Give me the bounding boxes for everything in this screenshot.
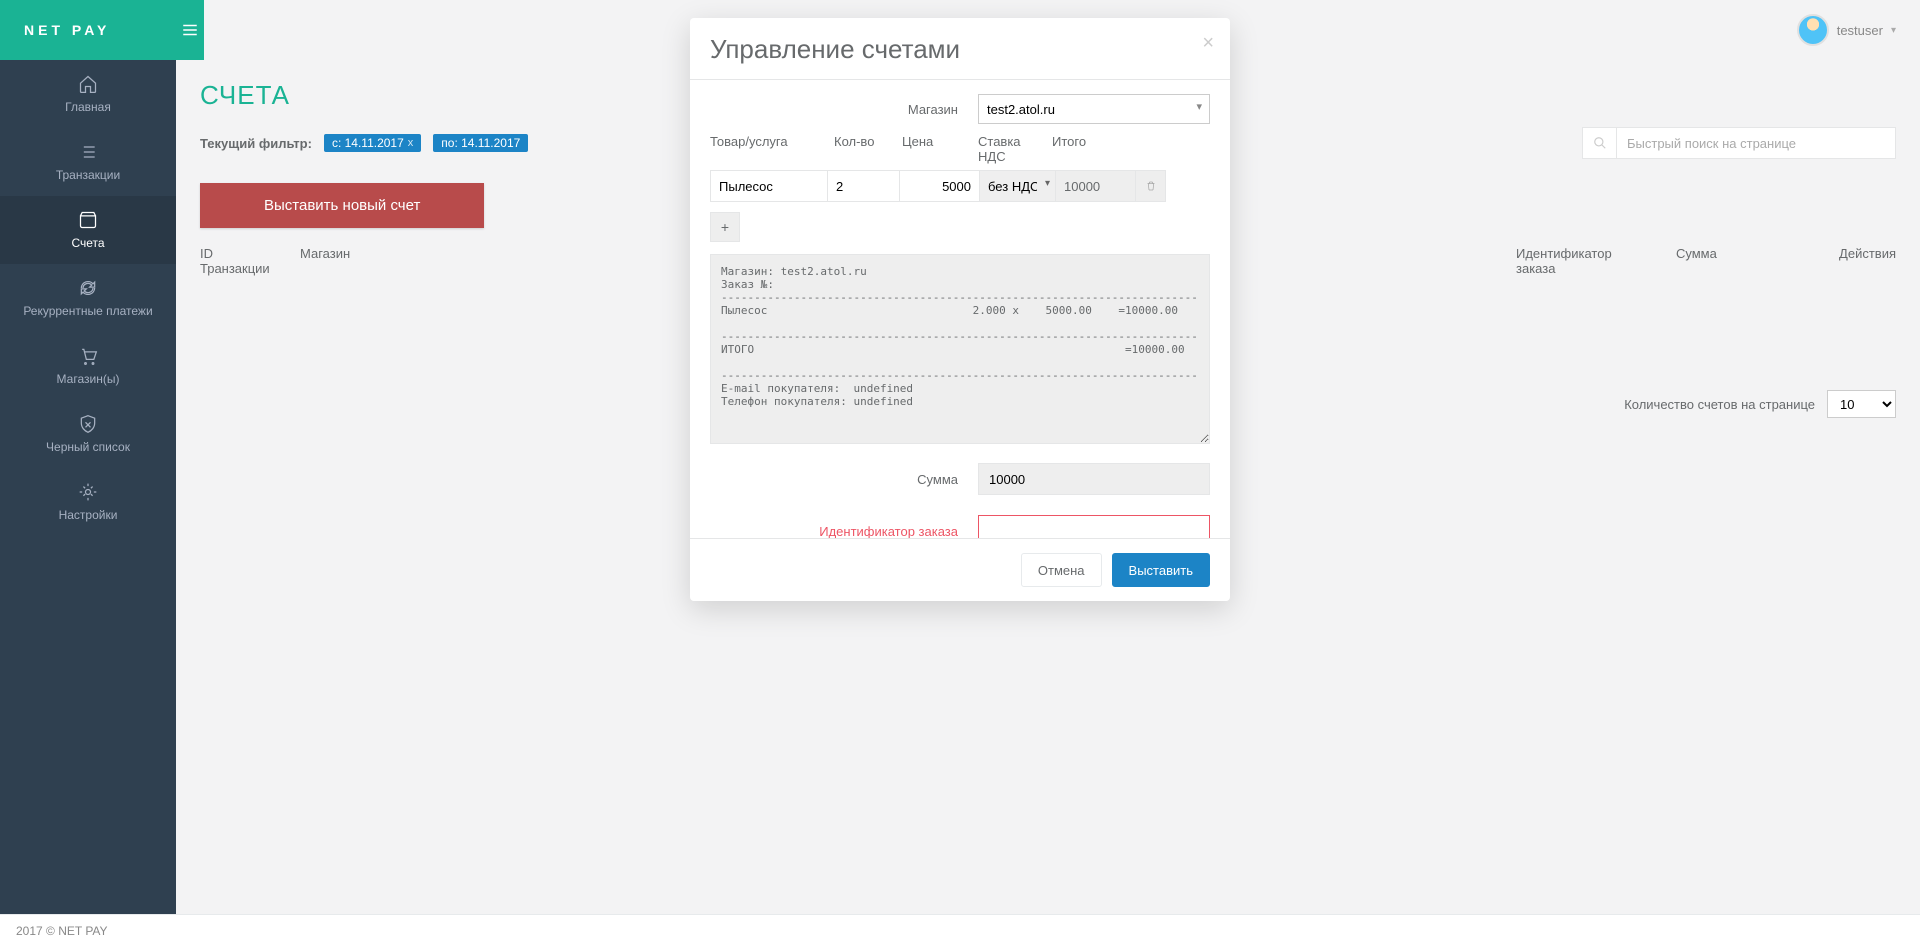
delete-line-button[interactable] xyxy=(1136,170,1166,202)
summary-textarea[interactable] xyxy=(710,254,1210,444)
item-qty-input[interactable] xyxy=(828,170,900,202)
modal-close-button[interactable]: × xyxy=(1202,32,1214,55)
col-qty: Кол-во xyxy=(834,134,894,164)
modal-overlay: Управление счетами × Магазин test2.atol.… xyxy=(0,0,1920,946)
submit-button[interactable]: Выставить xyxy=(1112,553,1210,587)
add-line-button[interactable]: + xyxy=(710,212,740,242)
item-total-readonly: 10000 xyxy=(1056,170,1136,202)
sum-label: Сумма xyxy=(917,472,958,487)
cancel-button[interactable]: Отмена xyxy=(1021,553,1102,587)
order-id-label: Идентификатор заказа xyxy=(819,524,958,539)
line-items-header: Товар/услуга Кол-во Цена Ставка НДС Итог… xyxy=(710,134,1210,164)
sum-input[interactable] xyxy=(978,463,1210,495)
item-price-input[interactable] xyxy=(900,170,980,202)
modal-footer: Отмена Выставить xyxy=(690,539,1230,601)
shop-select-wrap: test2.atol.ru xyxy=(978,94,1210,124)
shop-row: Магазин test2.atol.ru xyxy=(710,94,1210,124)
shop-select[interactable]: test2.atol.ru xyxy=(978,94,1210,124)
item-vat-select[interactable]: без НДС xyxy=(980,170,1056,202)
order-id-row: Идентификатор заказа xyxy=(710,515,1210,539)
sum-row: Сумма xyxy=(710,463,1210,495)
item-name-input[interactable] xyxy=(710,170,828,202)
modal-body: Магазин test2.atol.ru Товар/услуга Кол-в… xyxy=(690,79,1230,539)
shop-label: Магазин xyxy=(908,102,958,117)
col-total: Итого xyxy=(1052,134,1122,164)
line-item-row: без НДС 10000 xyxy=(710,170,1210,202)
col-price: Цена xyxy=(902,134,970,164)
modal-header: Управление счетами × xyxy=(690,18,1230,79)
modal-title: Управление счетами xyxy=(710,34,1210,65)
order-id-input[interactable] xyxy=(978,515,1210,539)
modal: Управление счетами × Магазин test2.atol.… xyxy=(690,18,1230,601)
col-vat: Ставка НДС xyxy=(978,134,1044,164)
col-item: Товар/услуга xyxy=(710,134,826,164)
